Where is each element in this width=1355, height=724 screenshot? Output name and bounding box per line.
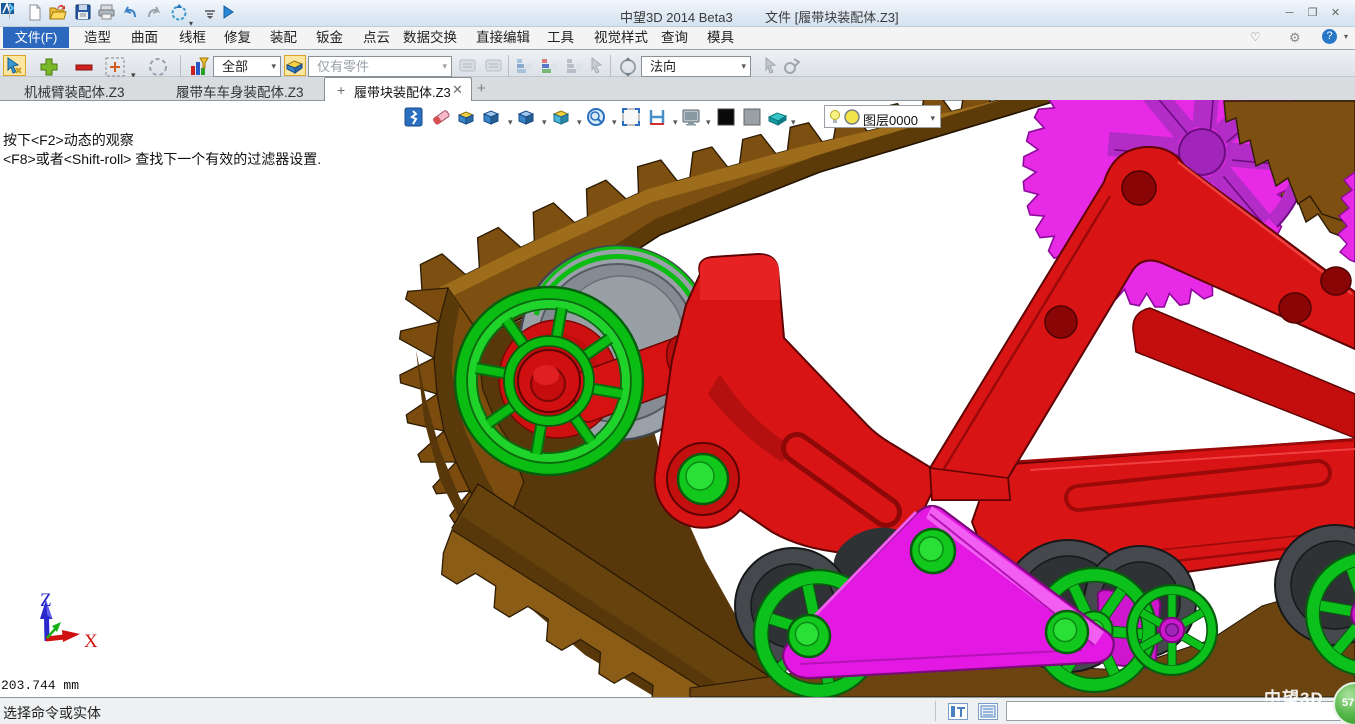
- svg-text:X: X: [84, 631, 98, 652]
- svg-text:Z: Z: [40, 590, 52, 611]
